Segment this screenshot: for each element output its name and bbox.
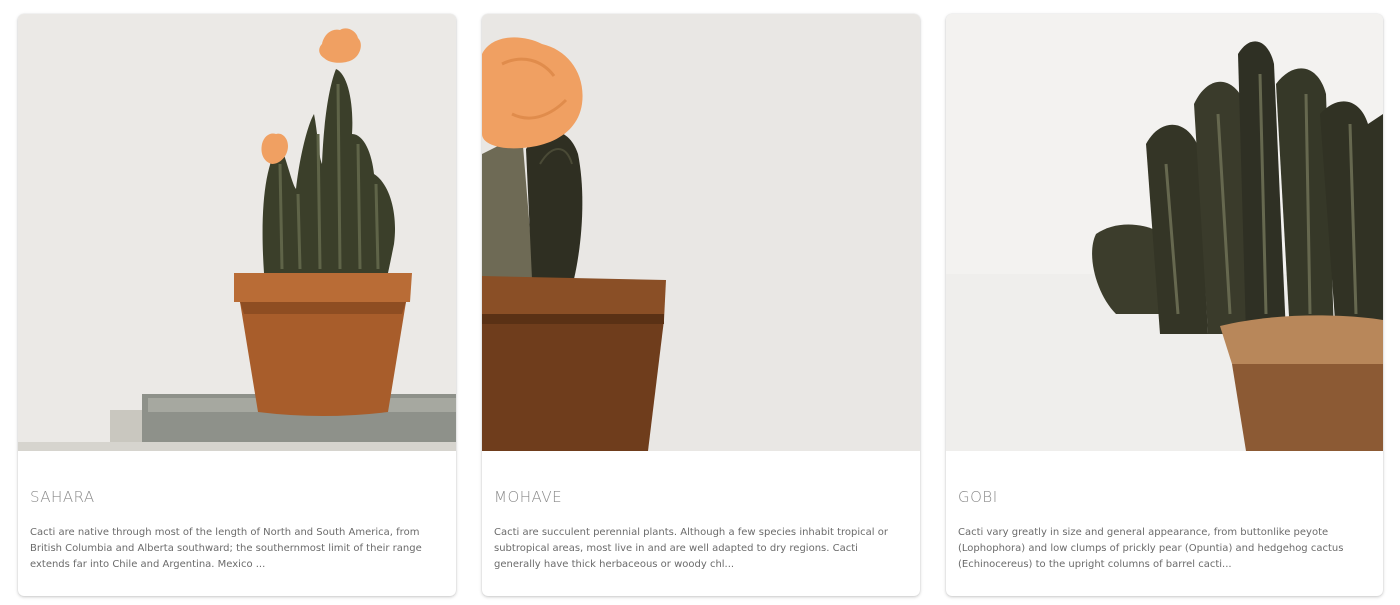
card-image[interactable] — [482, 14, 920, 451]
card-title: MOHAVE — [494, 488, 563, 506]
card-title: GOBI — [958, 488, 998, 506]
potted-cactus-on-books-photo — [18, 14, 456, 451]
card-mohave[interactable]: MOHAVE Cacti are succulent perennial pla… — [482, 14, 920, 596]
card-gobi[interactable]: GOBI Cacti vary greatly in size and gene… — [946, 14, 1383, 596]
barrel-cactus-closeup-photo — [946, 14, 1383, 451]
card-image[interactable] — [18, 14, 456, 451]
card-title: SAHARA — [30, 488, 95, 506]
card-description: Cacti are native through most of the len… — [30, 527, 422, 570]
card-description: Cacti vary greatly in size and general a… — [958, 527, 1344, 570]
grafted-moon-cactus-photo — [482, 14, 920, 451]
card-description: Cacti are succulent perennial plants. Al… — [494, 527, 888, 570]
card-image[interactable] — [946, 14, 1383, 451]
card-sahara[interactable]: SAHARA Cacti are native through most of … — [18, 14, 456, 596]
card-grid: SAHARA Cacti are native through most of … — [0, 0, 1400, 605]
